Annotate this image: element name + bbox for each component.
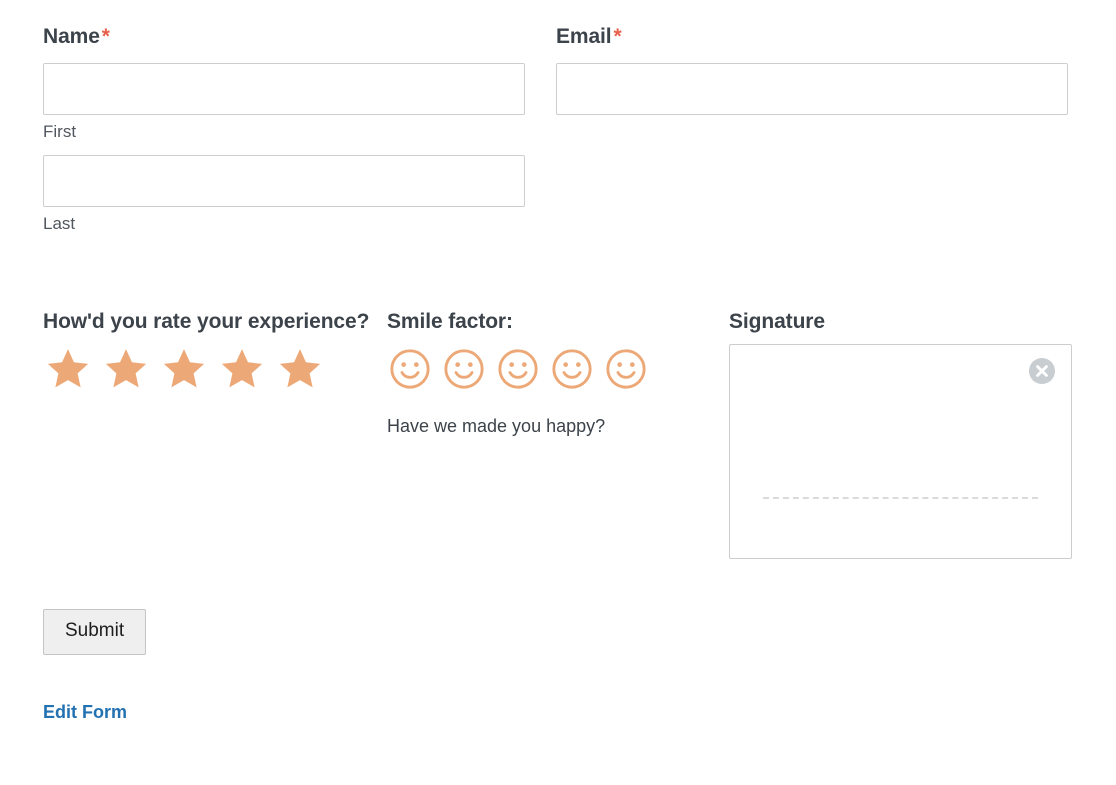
star-icon-5[interactable]	[276, 346, 324, 392]
email-field-group: Email*	[556, 24, 1068, 115]
signature-pad[interactable]	[729, 344, 1072, 560]
smiley-face-icon-2[interactable]	[442, 347, 486, 391]
star-rating-control[interactable]	[44, 346, 387, 392]
smile-description: Have we made you happy?	[387, 416, 606, 437]
signature-field-group: Signature	[729, 309, 1073, 560]
signature-baseline	[763, 497, 1038, 500]
name-field-group: Name* First Last	[43, 24, 525, 246]
email-input[interactable]	[556, 62, 1068, 115]
submit-button[interactable]: Submit	[43, 609, 147, 655]
signature-label: Signature	[729, 310, 825, 334]
name-first-input[interactable]	[43, 62, 525, 115]
star-icon-2[interactable]	[102, 346, 150, 392]
feedback-form: Name* First Last Email* How'd you rate y…	[0, 0, 1116, 785]
rating-field-group: How'd you rate your experience?	[43, 309, 387, 392]
smile-rating-control[interactable]	[388, 347, 729, 391]
edit-form-row: Edit Form	[43, 702, 1076, 723]
email-label-text: Email	[556, 25, 612, 48]
email-label: Email*	[556, 24, 1068, 51]
smiley-face-icon-3[interactable]	[496, 347, 540, 391]
name-required-asterisk: *	[101, 25, 110, 48]
edit-form-link[interactable]: Edit Form	[43, 702, 127, 722]
star-icon-3[interactable]	[160, 346, 208, 392]
name-email-row: Name* First Last Email*	[43, 24, 1076, 246]
name-last-sublabel: Last	[43, 213, 76, 233]
name-last-input[interactable]	[43, 154, 525, 207]
smiley-face-icon-5[interactable]	[604, 347, 648, 391]
star-icon-1[interactable]	[44, 346, 92, 392]
smiley-face-icon-1[interactable]	[388, 347, 432, 391]
name-label-text: Name	[43, 25, 100, 48]
clear-circle-x-icon[interactable]	[1029, 358, 1055, 385]
rating-label: How'd you rate your experience?	[43, 310, 370, 334]
smile-field-group: Smile factor: Have we made you happy?	[387, 309, 729, 439]
name-first-sublabel: First	[43, 121, 77, 141]
star-icon-4[interactable]	[218, 346, 266, 392]
email-required-asterisk: *	[613, 25, 622, 48]
name-label: Name*	[43, 24, 525, 51]
smiley-face-icon-4[interactable]	[550, 347, 594, 391]
smile-label: Smile factor:	[387, 310, 513, 334]
rating-smile-signature-row: How'd you rate your experience? Smile fa…	[43, 309, 1076, 560]
submit-row: Submit	[43, 609, 1076, 655]
